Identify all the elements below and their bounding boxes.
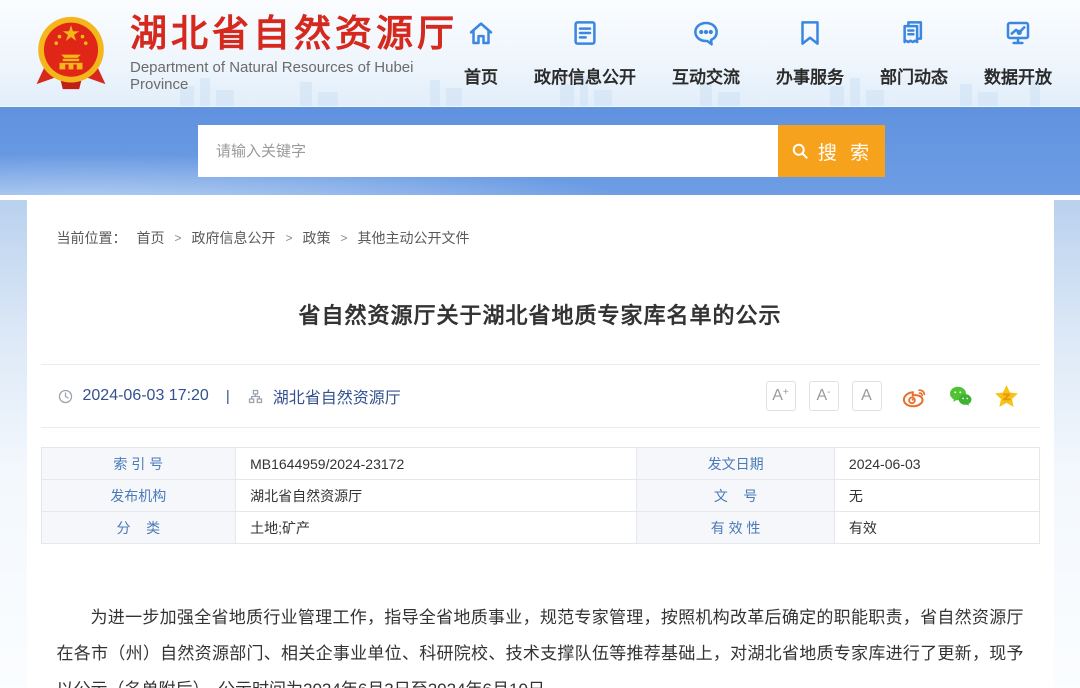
content-card: 当前位置： 首页 > 政府信息公开 > 政策 > 其他主动公开文件 省自然资源厅…	[27, 200, 1054, 688]
search-button[interactable]: 搜 索	[778, 125, 885, 177]
search-icon	[790, 141, 810, 161]
breadcrumb: 当前位置： 首页 > 政府信息公开 > 政策 > 其他主动公开文件	[27, 200, 1054, 248]
document-meta-table: 索 引 号 MB1644959/2024-23172 发文日期 2024-06-…	[41, 447, 1040, 544]
nav-label: 数据开放	[984, 63, 1052, 88]
breadcrumb-item-policy[interactable]: 政策	[303, 228, 331, 248]
breadcrumb-item-other-docs[interactable]: 其他主动公开文件	[358, 228, 470, 248]
breadcrumb-separator: >	[286, 231, 293, 245]
meta-value: 有效	[834, 512, 1039, 544]
main-nav: 首页 政府信息公开 互动交流 办事服务 部门动态	[464, 18, 1052, 88]
nav-item-open-data[interactable]: 数据开放	[984, 18, 1052, 88]
table-row: 分 类 土地;矿产 有 效 性 有效	[41, 512, 1039, 544]
source-organization[interactable]: 湖北省自然资源厅	[273, 384, 401, 408]
nav-label: 部门动态	[880, 63, 948, 88]
breadcrumb-item-home[interactable]: 首页	[137, 228, 165, 248]
nav-item-services[interactable]: 办事服务	[776, 18, 844, 88]
wechat-icon[interactable]	[947, 383, 974, 410]
weibo-icon[interactable]	[901, 383, 928, 410]
clock-icon	[57, 388, 74, 405]
docs-icon	[899, 18, 929, 53]
font-increase-button[interactable]: A+	[766, 381, 796, 411]
meta-value: 2024-06-03	[834, 448, 1039, 480]
search-input[interactable]	[198, 125, 778, 177]
breadcrumb-separator: >	[175, 231, 182, 245]
table-row: 发布机构 湖北省自然资源厅 文 号 无	[41, 480, 1039, 512]
table-row: 索 引 号 MB1644959/2024-23172 发文日期 2024-06-…	[41, 448, 1039, 480]
nav-label: 首页	[464, 63, 498, 88]
breadcrumb-separator: >	[341, 231, 348, 245]
meta-separator: |	[226, 388, 230, 405]
chat-icon	[691, 18, 721, 53]
article-title: 省自然资源厅关于湖北省地质专家库名单的公示	[27, 298, 1054, 330]
nav-item-interaction[interactable]: 互动交流	[672, 18, 740, 88]
meta-label: 发布机构	[41, 480, 236, 512]
meta-value: 湖北省自然资源厅	[236, 480, 637, 512]
nav-label: 政府信息公开	[534, 63, 636, 88]
meta-label: 有 效 性	[637, 512, 835, 544]
article-body-paragraph: 为进一步加强全省地质行业管理工作，指导全省地质事业，规范专家管理，按照机构改革后…	[27, 600, 1054, 688]
article-meta-row: 2024-06-03 17:20 | 湖北省自然资源厅 A+ A- A	[27, 365, 1054, 427]
meta-label: 分 类	[41, 512, 236, 544]
qzone-star-icon[interactable]	[993, 383, 1020, 410]
meta-label: 索 引 号	[41, 448, 236, 480]
nav-label: 互动交流	[672, 63, 740, 88]
national-emblem-logo	[30, 9, 112, 97]
page-background: 当前位置： 首页 > 政府信息公开 > 政策 > 其他主动公开文件 省自然资源厅…	[0, 200, 1080, 688]
nav-item-gov-info[interactable]: 政府信息公开	[534, 18, 636, 88]
nav-label: 办事服务	[776, 63, 844, 88]
site-title: 湖北省自然资源厅	[130, 13, 464, 56]
meta-value: 土地;矿产	[236, 512, 637, 544]
home-icon	[466, 18, 496, 53]
nav-item-department-news[interactable]: 部门动态	[880, 18, 948, 88]
font-decrease-button[interactable]: A-	[809, 381, 839, 411]
meta-label: 发文日期	[637, 448, 835, 480]
search-banner: 搜 索	[0, 107, 1080, 195]
organization-icon	[247, 388, 264, 405]
publish-datetime: 2024-06-03 17:20	[83, 387, 209, 405]
search-button-label: 搜 索	[818, 138, 873, 165]
meta-label: 文 号	[637, 480, 835, 512]
breadcrumb-prefix: 当前位置：	[57, 228, 127, 248]
meta-value: MB1644959/2024-23172	[236, 448, 637, 480]
site-subtitle: Department of Natural Resources of Hubei…	[130, 59, 464, 93]
info-doc-icon	[570, 18, 600, 53]
bookmark-icon	[795, 18, 825, 53]
nav-item-home[interactable]: 首页	[464, 18, 498, 88]
site-header: 湖北省自然资源厅 Department of Natural Resources…	[0, 0, 1080, 107]
breadcrumb-item-gov-info[interactable]: 政府信息公开	[192, 228, 276, 248]
monitor-icon	[1003, 18, 1033, 53]
meta-value: 无	[834, 480, 1039, 512]
search-bar: 搜 索	[198, 125, 885, 177]
font-reset-button[interactable]: A	[852, 381, 882, 411]
